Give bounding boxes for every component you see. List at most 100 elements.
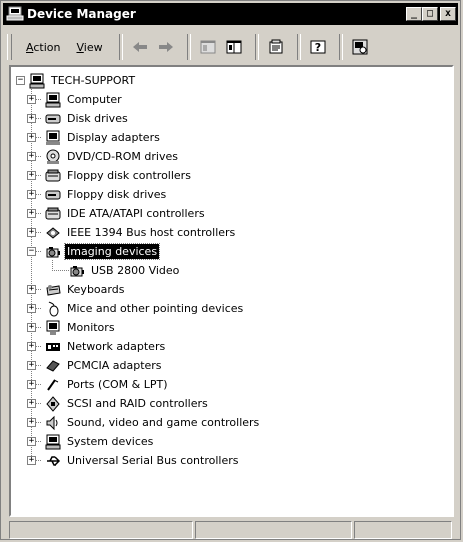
tree-node-label: IEEE 1394 Bus host controllers (67, 226, 236, 239)
expand-toggle[interactable]: + (27, 209, 36, 218)
tree-item[interactable]: System devices (45, 432, 155, 451)
tree-item[interactable]: Floppy disk drives (45, 185, 168, 204)
toolbar-grip[interactable] (7, 34, 12, 60)
tree-item[interactable]: Floppy disk controllers (45, 166, 193, 185)
tree-item[interactable]: Keyboards (45, 280, 126, 299)
computer-icon (45, 92, 61, 108)
tree-item[interactable]: Network adapters (45, 337, 167, 356)
device-manager-icon (6, 6, 24, 21)
expand-toggle[interactable]: + (27, 380, 36, 389)
scan-hardware-icon[interactable] (349, 36, 371, 58)
tree-item[interactable]: Universal Serial Bus controllers (45, 451, 240, 470)
floppy-drive-icon (45, 187, 61, 203)
tree-item[interactable]: Display adapters (45, 128, 162, 147)
toolbar-separator (186, 34, 191, 60)
status-panel (354, 521, 452, 539)
tree-item[interactable]: DVD/CD-ROM drives (45, 147, 180, 166)
window-title: Device Manager (27, 7, 136, 21)
tree-root[interactable]: TECH-SUPPORT (29, 71, 137, 90)
tree-item[interactable]: SCSI and RAID controllers (45, 394, 210, 413)
expand-toggle[interactable]: + (27, 114, 36, 123)
tree-node-label: Universal Serial Bus controllers (67, 454, 239, 467)
expand-toggle[interactable]: + (27, 323, 36, 332)
floppy-controller-icon (45, 168, 61, 184)
tree-item[interactable]: Mice and other pointing devices (45, 299, 245, 318)
tree-item[interactable]: Sound, video and game controllers (45, 413, 261, 432)
expand-toggle[interactable]: + (27, 95, 36, 104)
pcmcia-icon (45, 358, 61, 374)
imaging-device-icon (45, 244, 61, 260)
toolbar-separator (254, 34, 259, 60)
device-manager-window: Device Manager _ □ x Action View ? − TEC… (0, 0, 461, 540)
expand-toggle[interactable]: + (27, 361, 36, 370)
usb-icon (45, 453, 61, 469)
minimize-button[interactable]: _ (406, 7, 422, 21)
keyboard-icon (45, 282, 61, 298)
expand-toggle[interactable]: + (27, 342, 36, 351)
tree-item[interactable]: Computer (45, 90, 124, 109)
tree-node-label: DVD/CD-ROM drives (67, 150, 178, 163)
show-hide-console-tree-icon[interactable] (197, 36, 219, 58)
menu-toolbar: Action View ? (7, 31, 454, 63)
tree-node-label: PCMCIA adapters (67, 359, 162, 372)
expand-toggle[interactable]: + (27, 399, 36, 408)
tree-node-label: USB 2800 Video (91, 264, 180, 277)
tree-node-label: Sound, video and game controllers (67, 416, 260, 429)
toolbar-separator (118, 34, 123, 60)
tree-item[interactable]: Ports (COM & LPT) (45, 375, 170, 394)
maximize-button[interactable]: □ (422, 7, 438, 21)
menu-view[interactable]: View (70, 37, 108, 58)
expand-toggle[interactable]: + (27, 285, 36, 294)
tree-item[interactable]: Disk drives (45, 109, 130, 128)
tree-node-label: SCSI and RAID controllers (67, 397, 208, 410)
tree-node-label: Keyboards (67, 283, 125, 296)
ide-controller-icon (45, 206, 61, 222)
tree-item[interactable]: IDE ATA/ATAPI controllers (45, 204, 207, 223)
ieee1394-icon (45, 225, 61, 241)
collapse-toggle[interactable]: − (16, 76, 25, 85)
system-device-icon (45, 434, 61, 450)
close-button[interactable]: x (440, 7, 456, 21)
root-computer-icon (29, 73, 45, 89)
expand-toggle[interactable]: + (27, 190, 36, 199)
status-bar (9, 521, 454, 539)
menu-action[interactable]: Action (20, 37, 66, 58)
tree-node-label: TECH-SUPPORT (51, 74, 136, 87)
tree-node-label: Network adapters (67, 340, 166, 353)
toolbar-separator (296, 34, 301, 60)
expand-toggle[interactable]: + (27, 152, 36, 161)
tree-node-label: Ports (COM & LPT) (67, 378, 168, 391)
tree-item[interactable]: IEEE 1394 Bus host controllers (45, 223, 237, 242)
expand-toggle[interactable]: + (27, 304, 36, 313)
tree-item[interactable]: Monitors (45, 318, 117, 337)
network-adapter-icon (45, 339, 61, 355)
expand-toggle[interactable]: + (27, 418, 36, 427)
properties-icon[interactable] (265, 36, 287, 58)
tree-node-label: Imaging devices (63, 243, 161, 260)
monitor-icon (45, 320, 61, 336)
status-panel (9, 521, 194, 539)
expand-toggle[interactable]: + (27, 437, 36, 446)
collapse-toggle[interactable]: − (27, 247, 36, 256)
expand-toggle[interactable]: + (27, 133, 36, 142)
export-list-icon[interactable] (223, 36, 245, 58)
tree-node-label: Display adapters (67, 131, 160, 144)
status-panel (195, 521, 353, 539)
device-tree[interactable]: − TECH-SUPPORT + Computer + Disk drives + Displ… (9, 65, 454, 517)
help-icon[interactable]: ? (307, 36, 329, 58)
tree-item[interactable]: Imaging devices (45, 242, 161, 261)
back-arrow-icon[interactable] (129, 36, 151, 58)
tree-node-label: IDE ATA/ATAPI controllers (67, 207, 205, 220)
svg-text:?: ? (314, 41, 320, 54)
port-icon (45, 377, 61, 393)
expand-toggle[interactable]: + (27, 228, 36, 237)
tree-item[interactable]: PCMCIA adapters (45, 356, 164, 375)
scsi-icon (45, 395, 61, 412)
sound-icon (45, 415, 61, 431)
title-bar[interactable]: Device Manager _ □ x (3, 3, 458, 25)
tree-connector (52, 270, 69, 271)
forward-arrow-icon[interactable] (155, 36, 177, 58)
expand-toggle[interactable]: + (27, 456, 36, 465)
tree-child-item[interactable]: USB 2800 Video (69, 261, 181, 280)
expand-toggle[interactable]: + (27, 171, 36, 180)
